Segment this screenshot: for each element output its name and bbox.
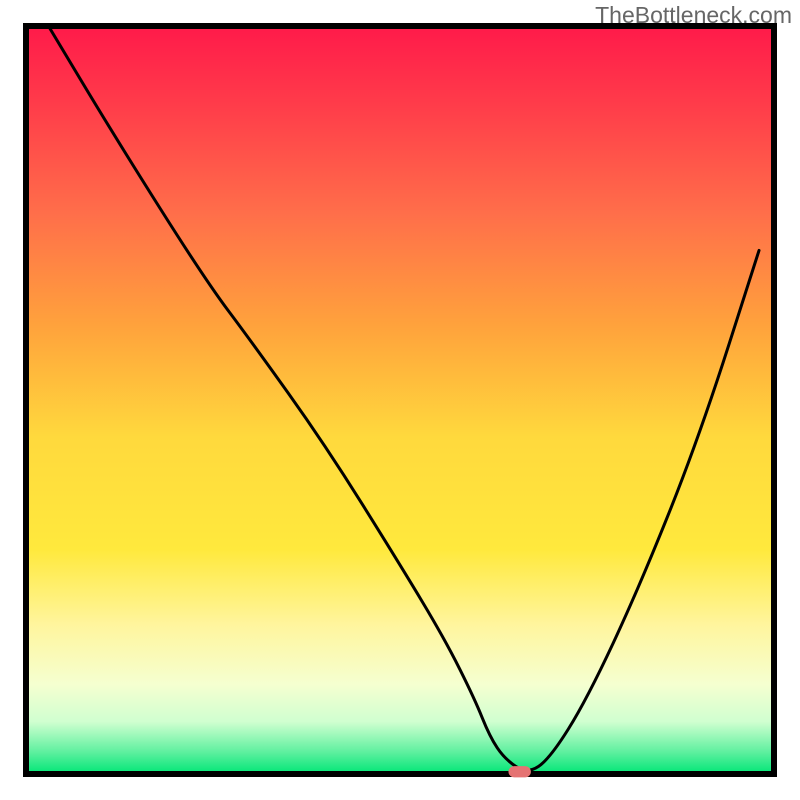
watermark-text: TheBottleneck.com [595, 2, 792, 29]
chart-container: TheBottleneck.com [0, 0, 800, 800]
plot-background [26, 26, 774, 774]
optimal-point-marker [508, 766, 530, 777]
bottleneck-chart [0, 0, 800, 800]
